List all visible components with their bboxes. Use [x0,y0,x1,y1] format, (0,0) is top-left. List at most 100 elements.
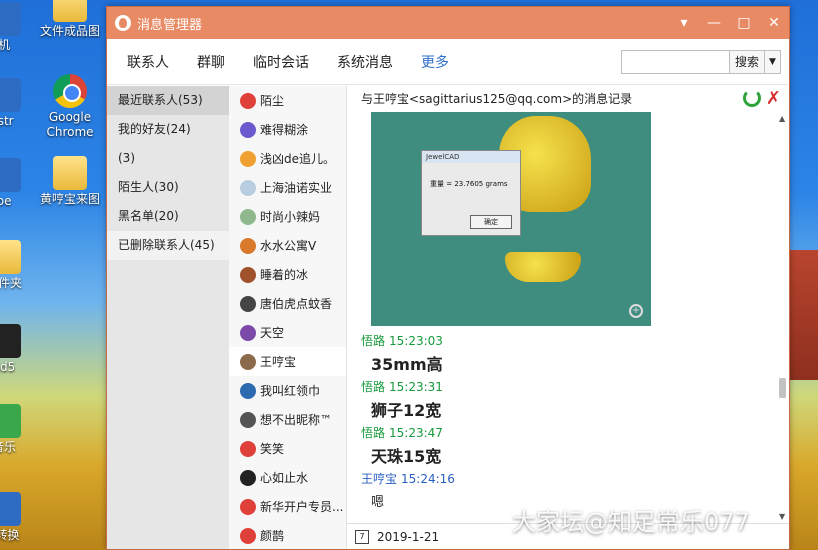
avatar-icon [240,382,256,399]
contact-item[interactable]: 浅凶de追儿。 [229,144,346,173]
avatar-icon [240,179,256,196]
desktop-icon-chrome[interactable]: Google Chrome [36,74,104,140]
contact-name: 陌尘 [260,94,285,108]
message-text: 天珠15宽 [371,447,442,466]
message-meta: 王哼宝 15:24:16 [361,468,777,491]
contact-item[interactable]: 我叫红领巾 [229,376,346,405]
avatar-icon [240,208,256,225]
message-text: 狮子12宽 [371,401,442,420]
calendar-icon[interactable]: 7 [355,529,369,544]
category-recent[interactable]: 最近联系人(53) [107,86,229,115]
menu-dropdown-button[interactable]: ▾ [669,7,699,39]
tab-group-chat[interactable]: 群聊 [197,52,225,72]
contact-item[interactable]: 时尚小辣妈 [229,202,346,231]
avatar-icon [240,295,256,312]
zoom-icon[interactable]: + [629,304,643,318]
desktop-icon-cad[interactable]: ad5 [0,324,38,375]
contact-list: 陌尘 难得糊涂 浅凶de追儿。 上海油诺实业 时尚小辣妈 水水公寓V 睡着的冰 … [229,86,347,549]
contact-item[interactable]: 唐伯虎点蚊香 [229,289,346,318]
contact-item[interactable]: 睡着的冰 [229,260,346,289]
contact-item[interactable]: 颜鹊 [229,521,346,549]
contact-item[interactable]: 笑笑 [229,434,346,463]
close-button[interactable]: ✕ [759,7,789,39]
contact-item[interactable]: 陌尘 [229,86,346,115]
minimize-button[interactable]: — [699,7,729,39]
search-input[interactable] [620,49,729,74]
desktop-icon-converter[interactable]: F转换 [0,492,38,543]
contact-name: 时尚小辣妈 [260,210,321,224]
contact-name: 难得糊涂 [260,123,309,137]
category-strangers[interactable]: 陌生人(30) [107,173,229,202]
window-title: 消息管理器 [137,17,203,33]
folder-icon [53,0,87,22]
cad-icon [0,324,21,358]
delete-icon[interactable]: ✗ [766,88,781,109]
contact-name: 我叫红领巾 [260,384,321,398]
tab-temp-session[interactable]: 临时会话 [253,52,309,72]
scroll-down-icon[interactable]: ▼ [779,512,785,521]
dialog-title: JewelCAD [422,151,520,163]
message-scrollbar[interactable]: ▲ ▼ [777,112,789,523]
desktop-icon-istr[interactable]: istr [0,78,38,129]
tab-contacts[interactable]: 联系人 [127,52,169,72]
avatar-icon [240,266,256,283]
scroll-thumb[interactable] [779,378,786,398]
chevron-down-icon[interactable]: ▼ [764,50,780,73]
desktop-icon-folder-images[interactable]: 黄哼宝来图 [36,156,104,207]
contact-item[interactable]: 天空 [229,318,346,347]
sender-name: 悟路 [361,426,386,440]
desktop-icon-label: 文件夹 [0,276,22,290]
desktop-icon-be[interactable]: be [0,158,38,209]
refresh-icon[interactable] [743,89,761,107]
message-text: 35mm高 [371,355,443,374]
desktop-icon-folder[interactable]: 文件夹 [0,240,38,291]
scroll-up-icon[interactable]: ▲ [779,114,785,123]
image-message[interactable]: JewelCAD 重量 = 23.7605 grams 确定 + [371,112,651,326]
contact-name: 唐伯虎点蚊香 [260,297,333,311]
contact-name: 浅凶de追儿。 [260,152,336,166]
contact-name: 想不出昵称™ [260,413,333,427]
search-button[interactable]: 搜索 ▼ [728,49,781,74]
contact-item[interactable]: 新华开户专员... [229,492,346,521]
contact-item[interactable]: 难得糊涂 [229,115,346,144]
message-meta: 悟路 15:23:31 [361,376,777,399]
main-body: 最近联系人(53) 我的好友(24) (3) 陌生人(30) 黑名单(20) 已… [107,86,789,549]
message-panel: 与王哼宝<sagittarius125@qq.com>的消息记录 ✗ Jewel… [347,86,789,549]
contact-item[interactable]: 上海油诺实业 [229,173,346,202]
desktop-icon-label: be [0,194,12,208]
category-unnamed[interactable]: (3) [107,144,229,173]
desktop-icon-label: F转换 [0,528,20,542]
message-time: 15:23:03 [389,334,443,348]
category-deleted[interactable]: 已删除联系人(45) [107,231,229,260]
desktop-icon-folder-finished[interactable]: 文件成品图 [36,0,104,39]
title-bar[interactable]: 消息管理器 ▾ — □ ✕ [107,7,789,39]
category-blacklist[interactable]: 黑名单(20) [107,202,229,231]
message-meta: 悟路 15:23:03 [361,330,777,353]
tab-system-messages[interactable]: 系统消息 [337,52,393,72]
dialog-ok-button: 确定 [470,215,512,229]
contact-item[interactable]: 水水公寓V [229,231,346,260]
tab-more[interactable]: 更多 [421,52,449,72]
avatar-icon [240,469,256,486]
category-friends[interactable]: 我的好友(24) [107,115,229,144]
maximize-button[interactable]: □ [729,7,759,39]
contact-name: 笑笑 [260,442,285,456]
desktop-icon-computer[interactable]: 机 [0,2,38,53]
qq-penguin-avatar-icon [240,440,256,457]
contact-name: 王哼宝 [260,355,297,369]
desktop-icon-label: 文件成品图 [39,24,100,38]
avatar-icon [240,237,256,254]
contact-item[interactable]: 心如止水 [229,463,346,492]
contact-item[interactable]: 想不出昵称™ [229,405,346,434]
current-date: 2019-1-21 [377,529,440,544]
desktop-icon-label: ad5 [0,360,16,374]
contact-item-selected[interactable]: 王哼宝 [229,347,346,376]
folder-icon [53,156,87,190]
search-button-label: 搜索 [734,55,759,69]
app-icon [0,158,21,192]
desktop-icon-label: 黄哼宝来图 [39,192,100,206]
desktop-icon-music[interactable]: 音乐 [0,404,38,455]
avatar-icon [240,324,256,341]
desktop-icon-label: 机 [0,38,10,52]
app-icon [0,78,21,112]
